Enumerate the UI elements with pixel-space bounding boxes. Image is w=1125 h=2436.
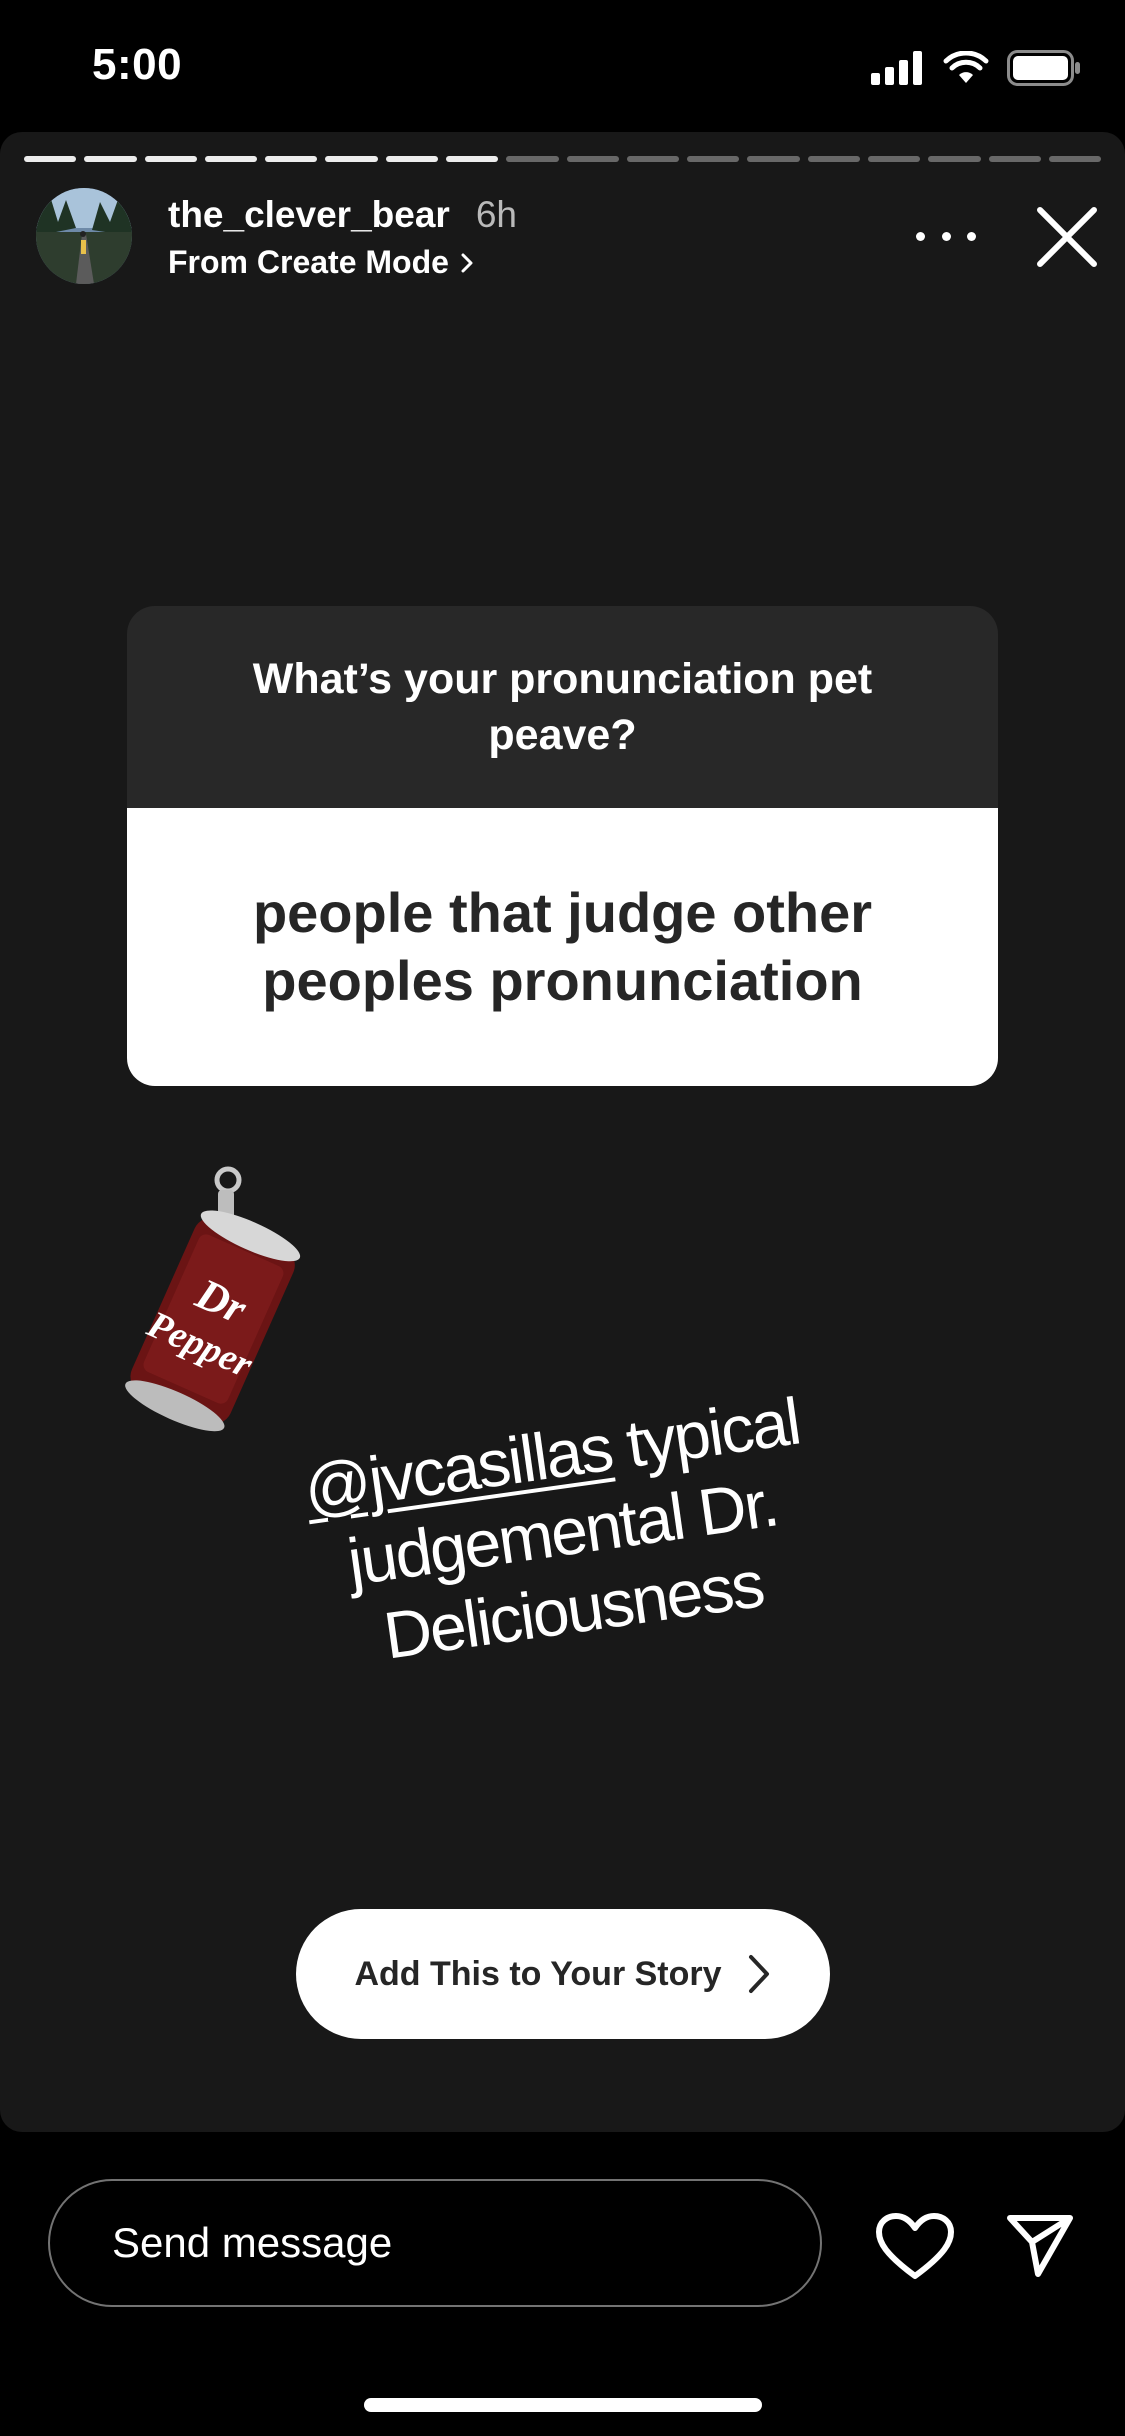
story-progress-bar <box>24 156 1102 162</box>
home-indicator <box>364 2398 762 2412</box>
progress-segment <box>988 156 1041 162</box>
progress-segment <box>265 156 318 162</box>
send-message-placeholder: Send message <box>112 2219 393 2266</box>
dr-pepper-sticker: Dr Pepper <box>125 1166 301 1432</box>
progress-segment <box>687 156 740 162</box>
progress-segment <box>747 156 800 162</box>
post-age: 6h <box>475 194 517 235</box>
progress-segment <box>626 156 680 162</box>
send-message-input[interactable]: Send message <box>48 2179 822 2307</box>
progress-segment <box>867 156 921 162</box>
status-bar: 5:00 <box>0 0 1125 132</box>
progress-segment <box>385 156 438 162</box>
status-time: 5:00 <box>92 40 183 89</box>
progress-segment <box>807 156 860 162</box>
battery-icon <box>1007 50 1080 86</box>
signal-icon <box>871 51 922 85</box>
progress-segment <box>204 156 258 162</box>
progress-segment <box>24 156 77 162</box>
progress-segment <box>84 156 137 162</box>
story-view[interactable]: the_clever_bear 6h From Create Mode What… <box>0 132 1125 2132</box>
add-to-story-button[interactable]: Add This to Your Story <box>296 1909 830 2039</box>
progress-segment <box>566 156 619 162</box>
close-icon[interactable] <box>1032 202 1102 272</box>
wifi-icon <box>943 51 989 83</box>
heart-icon[interactable] <box>875 2212 955 2282</box>
progress-segment <box>325 156 378 162</box>
more-button[interactable] <box>916 216 976 256</box>
more-icon <box>916 231 925 241</box>
user-line: the_clever_bear 6h <box>168 194 517 236</box>
progress-segment <box>445 156 499 162</box>
chevron-right-icon <box>461 253 473 272</box>
question-title: What’s your pronunciation pet peave? <box>252 655 873 759</box>
subtitle-label: From Create Mode <box>168 244 449 280</box>
create-mode-link[interactable]: From Create Mode <box>168 244 475 281</box>
progress-segment <box>928 156 981 162</box>
username[interactable]: the_clever_bear <box>168 194 450 236</box>
chevron-right-icon <box>748 1955 769 1993</box>
add-to-story-label: Add This to Your Story <box>354 1954 722 1993</box>
question-answer: people that judge other peoples pronunci… <box>252 881 873 1012</box>
send-icon[interactable] <box>1004 2208 1076 2280</box>
story-header: the_clever_bear 6h From Create Mode <box>36 188 1097 298</box>
progress-segment <box>506 156 559 162</box>
avatar[interactable] <box>36 188 132 284</box>
question-header: What’s your pronunciation pet peave? <box>127 606 998 808</box>
question-sticker[interactable]: What’s your pronunciation pet peave? peo… <box>127 606 998 1086</box>
status-icons <box>871 50 1081 86</box>
question-answer-box: people that judge other peoples pronunci… <box>127 808 998 1086</box>
progress-segment <box>1048 156 1102 162</box>
progress-segment <box>144 156 197 162</box>
